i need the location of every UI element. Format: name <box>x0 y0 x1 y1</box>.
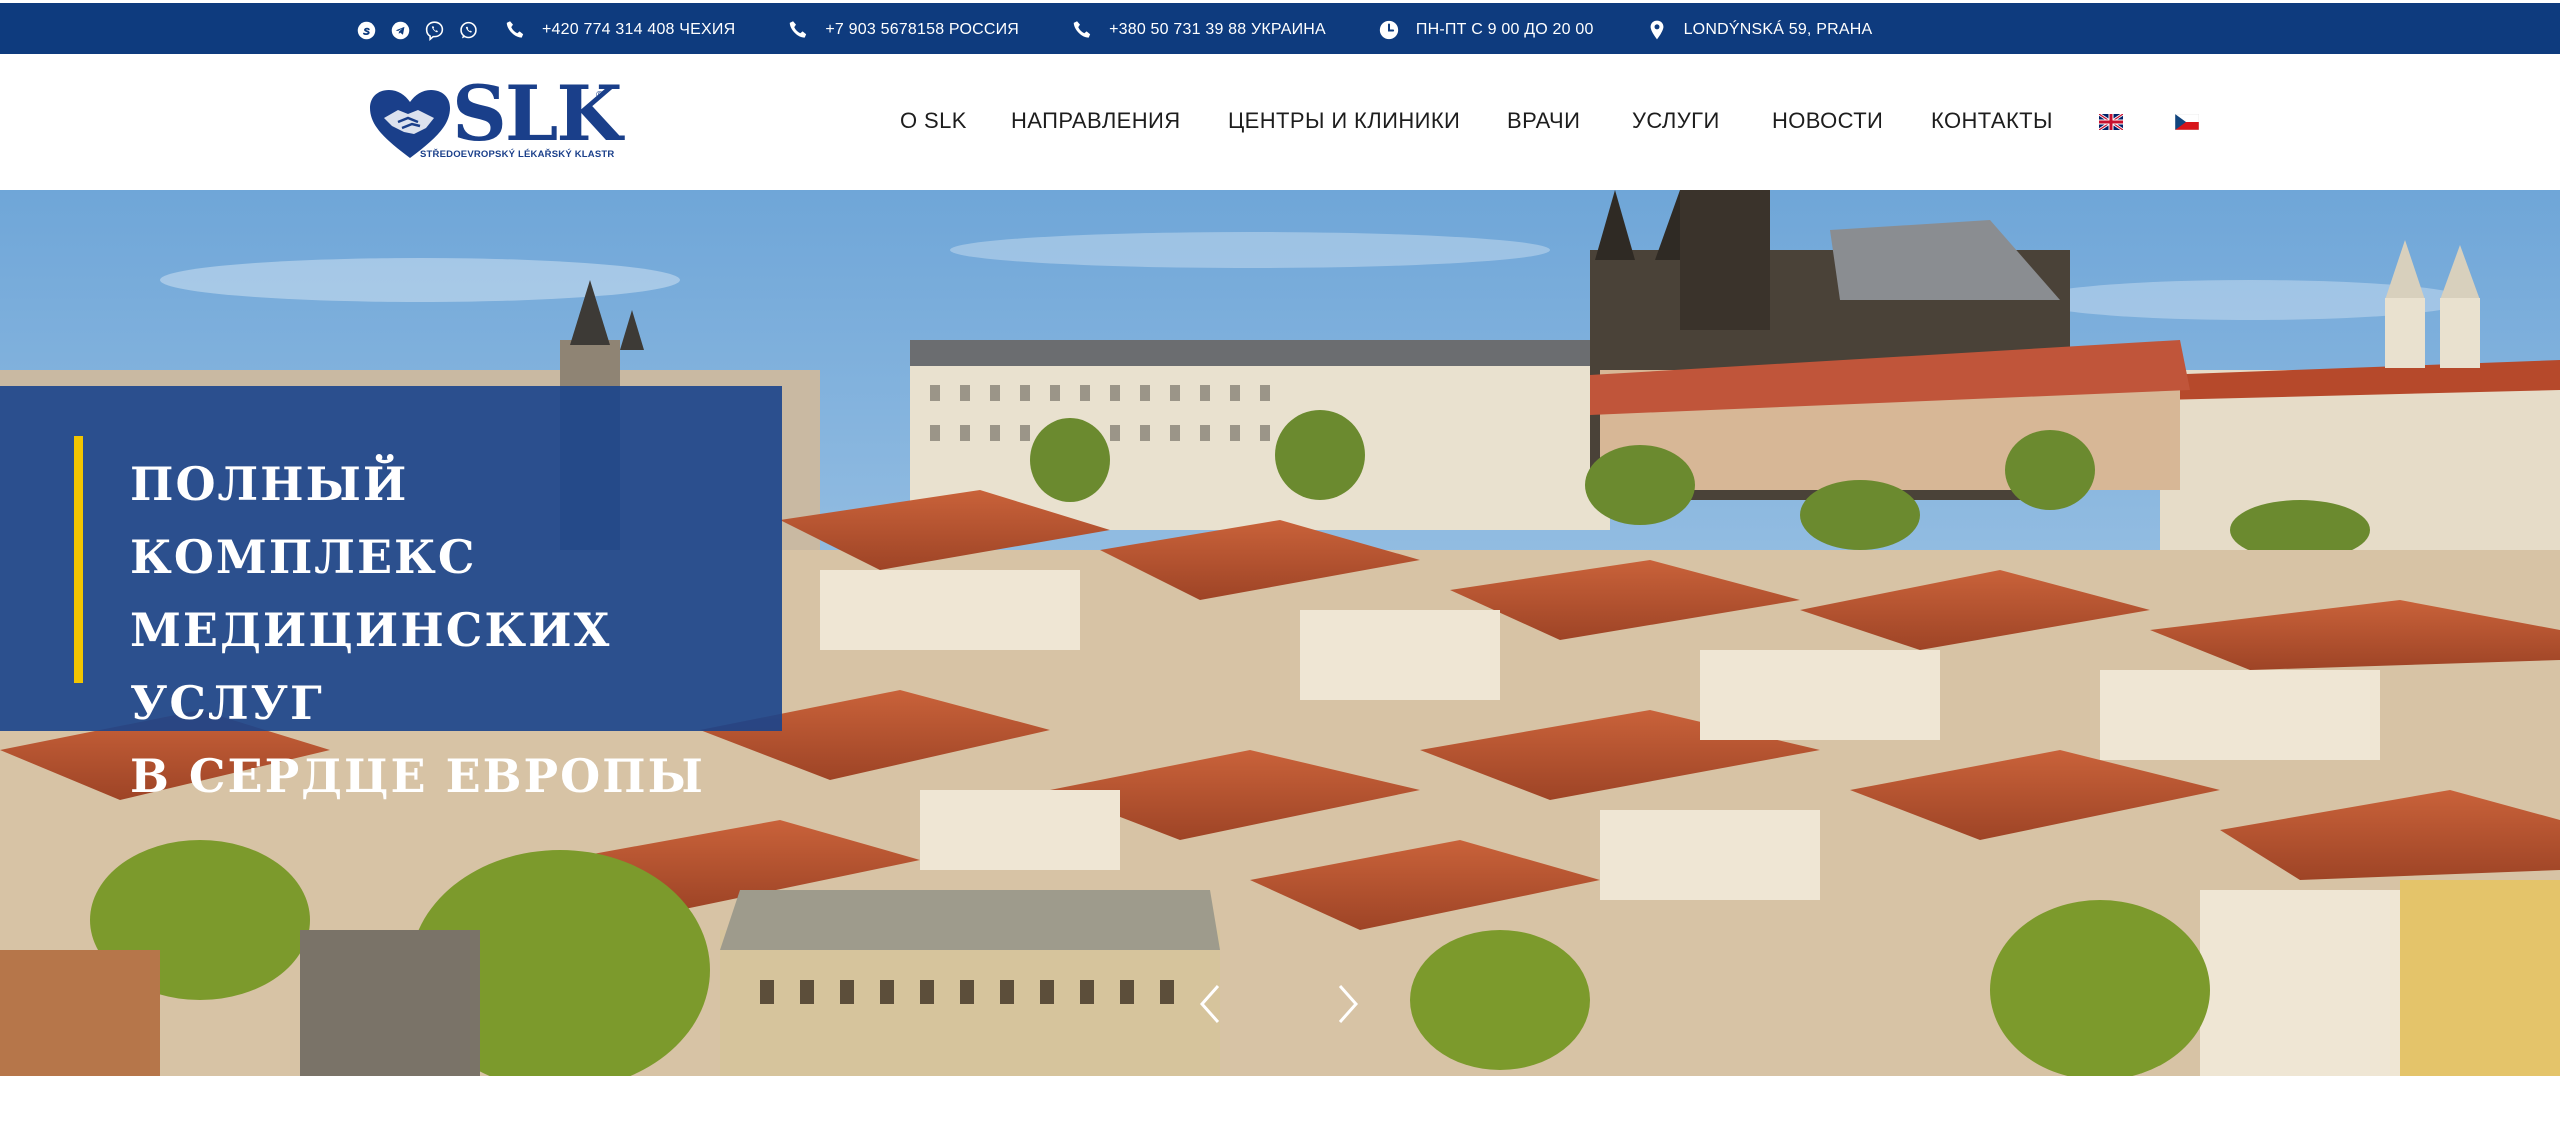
contact-text: ПН-ПТ С 9 00 ДО 20 00 <box>1415 21 1594 38</box>
contact-text: +380 50 731 39 88 УКРАИНА <box>1109 21 1326 38</box>
top-bar-content: +420 774 314 408 ЧЕХИЯ +7 903 5678158 РО… <box>356 3 1872 57</box>
hero-title-line: ПОЛНЫЙ КОМПЛЕКС <box>130 457 477 584</box>
nav-item-directions[interactable]: НАПРАВЛЕНИЯ <box>1011 108 1181 134</box>
map-pin-icon <box>1646 19 1668 41</box>
hero-title: ПОЛНЫЙ КОМПЛЕКС МЕДИЦИНСКИХ УСЛУГ В СЕРД… <box>130 448 770 813</box>
contact-hours: ПН-ПТ С 9 00 ДО 20 00 <box>1378 19 1594 41</box>
contact-phone-ukraine[interactable]: +380 50 731 39 88 УКРАИНА <box>1071 19 1326 41</box>
hero-title-line: В СЕРДЦЕ ЕВРОПЫ <box>130 749 705 803</box>
chevron-left-icon <box>1199 985 1220 1023</box>
phone-icon <box>1071 19 1093 41</box>
nav-item-contacts[interactable]: КОНТАКТЫ <box>1931 108 2053 134</box>
czech-flag-icon[interactable] <box>2175 114 2199 130</box>
viber-icon[interactable] <box>424 20 445 41</box>
top-bar: +420 774 314 408 ЧЕХИЯ +7 903 5678158 РО… <box>0 0 2560 54</box>
slider-prev-button[interactable] <box>1196 982 1226 1026</box>
contact-text: LONDÝNSKÁ 59, PRAHA <box>1683 21 1873 38</box>
whatsapp-icon[interactable] <box>458 20 479 41</box>
contact-text: +420 774 314 408 ЧЕХИЯ <box>542 21 736 38</box>
main-nav: O SLK НАПРАВЛЕНИЯ ЦЕНТРЫ И КЛИНИКИ ВРАЧИ… <box>0 54 2560 190</box>
slider-next-button[interactable] <box>1332 982 1362 1026</box>
phone-icon <box>787 19 809 41</box>
contact-phone-czech[interactable]: +420 774 314 408 ЧЕХИЯ <box>504 19 735 41</box>
telegram-icon[interactable] <box>390 20 411 41</box>
skype-icon[interactable] <box>356 20 377 41</box>
social-links <box>356 20 479 41</box>
site-header: SLK ® STŘEDOEVROPSKÝ LÉKAŘSKÝ KLASTR O S… <box>0 54 2560 190</box>
contact-phone-russia[interactable]: +7 903 5678158 РОССИЯ <box>787 19 1019 41</box>
nav-item-o-slk[interactable]: O SLK <box>900 108 967 134</box>
contact-text: +7 903 5678158 РОССИЯ <box>825 21 1020 38</box>
hero-title-line: МЕДИЦИНСКИХ УСЛУГ <box>130 603 612 730</box>
hero-banner: ПОЛНЫЙ КОМПЛЕКС МЕДИЦИНСКИХ УСЛУГ В СЕРД… <box>0 386 782 803</box>
phone-icon <box>504 19 526 41</box>
nav-item-centers-clinics[interactable]: ЦЕНТРЫ И КЛИНИКИ <box>1228 108 1460 134</box>
hero-accent-bar <box>74 436 83 683</box>
clock-icon <box>1378 19 1400 41</box>
contact-address[interactable]: LONDÝNSKÁ 59, PRAHA <box>1646 19 1873 41</box>
nav-item-services[interactable]: УСЛУГИ <box>1632 108 1720 134</box>
nav-item-doctors[interactable]: ВРАЧИ <box>1507 108 1580 134</box>
hero-slider: ПОЛНЫЙ КОМПЛЕКС МЕДИЦИНСКИХ УСЛУГ В СЕРД… <box>0 190 2560 1076</box>
chevron-right-icon <box>1338 985 1359 1023</box>
uk-flag-icon[interactable] <box>2099 114 2123 130</box>
nav-item-news[interactable]: НОВОСТИ <box>1772 108 1883 134</box>
